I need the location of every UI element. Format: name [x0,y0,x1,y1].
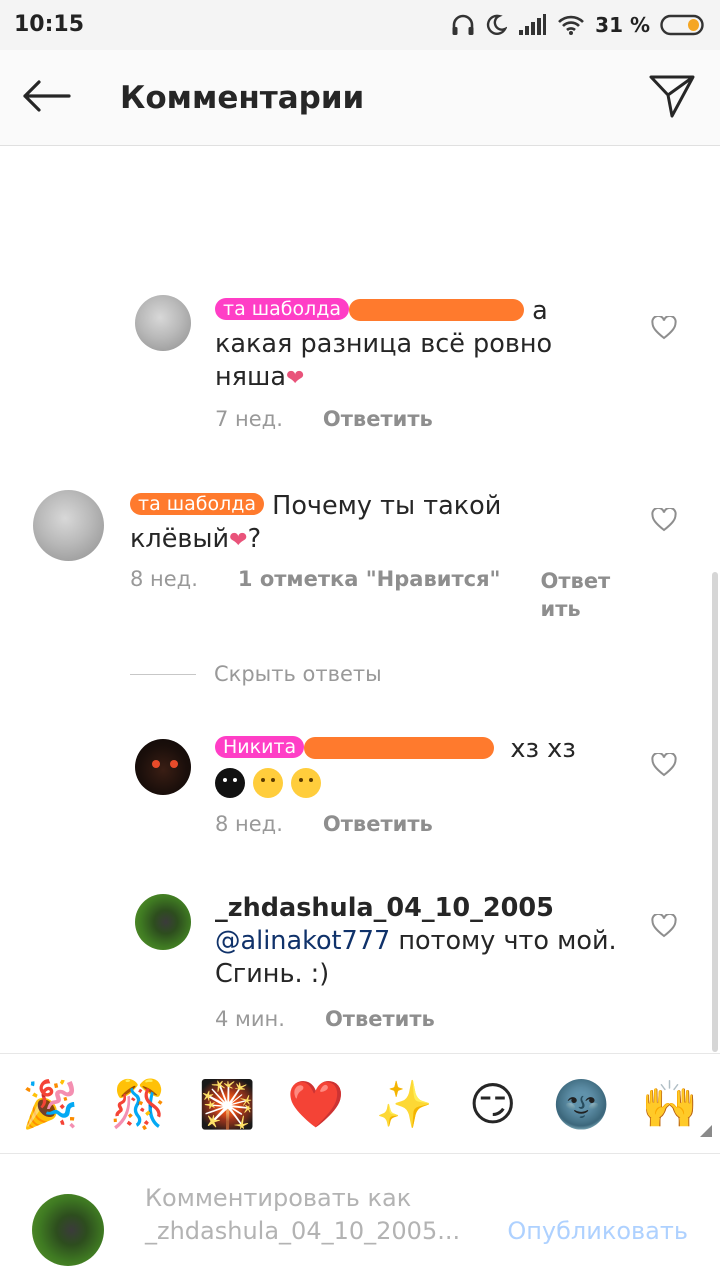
comment-item: та шаболда Почему ты такой клёвый❤? 8 не… [0,447,720,627]
signal-icon [517,14,547,36]
paper-plane-icon [648,73,696,123]
reply-button[interactable]: Ответить [323,407,433,431]
direct-message-button[interactable] [644,72,700,124]
comment-meta: 8 нед. 1 отметка "Нравится" Ответ ить [130,567,611,623]
heart-emoji: ❤ [229,528,248,553]
comment-username[interactable]: _zhdashula_04_10_2005 [215,893,554,923]
comment-text: та шаболда Почему ты такой клёвый❤? [130,490,600,557]
grin-emoji [291,768,322,798]
likes-count[interactable]: 1 отметка "Нравится" [238,567,501,623]
new-moon-face-emoji-button[interactable]: 🌚 [551,1074,611,1134]
reply-button[interactable]: Ответить [323,812,433,836]
status-icons: 31 % [451,10,706,40]
avatar[interactable] [135,295,191,351]
comment-meta: 8 нед. Ответить [215,812,433,836]
username-redacted[interactable]: та шаболда [215,298,350,320]
raising-hands-emoji-button[interactable]: 🙌 [640,1074,700,1134]
like-button[interactable] [644,747,684,787]
heart-outline-icon [651,912,677,942]
scrollbar[interactable] [712,572,718,1052]
heart-emoji: ❤ [285,366,305,391]
status-bar: 10:15 31 % [0,0,720,50]
comment-composer: Комментировать как _zhdashula_04_10_2005… [0,1153,720,1280]
comment-time: 8 нед. [130,567,198,591]
comment-time: 8 нед. [215,812,283,836]
comment-item: та шаболда а какая разница всё ровно няш… [0,147,720,447]
comment-text: Никита хз хз [215,733,635,799]
avatar[interactable] [33,490,104,561]
redaction-mark [349,299,525,321]
redaction-mark [304,737,495,759]
reply-button[interactable]: Ответ ить [541,567,611,623]
wifi-icon [557,14,585,36]
comment-text: _zhdashula_04_10_2005 @alinakot777 потом… [215,892,635,991]
comment-time: 4 мин. [215,1007,285,1031]
page-title: Комментарии [120,80,365,116]
moon-icon [485,14,508,36]
like-button[interactable] [644,310,684,350]
avatar[interactable] [135,739,191,795]
composer-avatar [32,1194,104,1266]
heart-outline-icon [651,314,677,344]
mention-link[interactable]: @alinakot777 [215,926,390,956]
comment-body: хз хз [510,734,576,764]
hide-replies-toggle[interactable]: Скрыть ответы [130,662,382,686]
smirk-emoji-button[interactable]: 😏 [463,1074,523,1134]
headphones-icon [451,14,475,36]
emoji-quick-bar: 🎉 🎊 🎇 ❤️ ✨ 😏 🌚 🙌 [0,1053,720,1153]
username-redacted[interactable]: Никита [215,736,305,758]
heart-outline-icon [651,751,677,781]
publish-button[interactable]: Опубликовать [507,1217,688,1245]
comments-list[interactable]: та шаболда а какая разница всё ровно няш… [0,147,720,1053]
hide-replies-label: Скрыть ответы [214,662,382,686]
username-redacted[interactable]: та шаболда [130,493,265,515]
comment-input[interactable]: Комментировать как _zhdashula_04_10_2005… [145,1182,485,1248]
status-time: 10:15 [14,12,85,37]
like-button[interactable] [644,502,684,542]
heart-emoji-button[interactable]: ❤️ [286,1074,346,1134]
resize-handle [700,1125,712,1137]
divider [130,673,196,675]
like-button[interactable] [644,908,684,948]
smirk-emoji [253,768,284,798]
sparkles-emoji-button[interactable]: ✨ [374,1074,434,1134]
comment-meta: 7 нед. Ответить [215,407,433,431]
comment-suffix: ? [247,524,262,554]
reply-item: _zhdashula_04_10_2005 @alinakot777 потом… [0,877,720,1053]
arrow-left-icon [21,80,71,116]
battery-percent: 31 % [595,13,650,37]
app-bar: Комментарии [0,50,720,146]
party-popper-emoji-button[interactable]: 🎉 [20,1074,80,1134]
comment-text: та шаболда а какая разница всё ровно няш… [215,295,585,395]
sparkler-emoji-button[interactable]: 🎇 [197,1074,257,1134]
back-button[interactable] [18,74,74,122]
reply-button[interactable]: Ответить [325,1007,435,1031]
avatar[interactable] [135,894,191,950]
heart-outline-icon [651,506,677,536]
new-moon-face-emoji [215,768,245,798]
comment-meta: 4 мин. Ответить [215,1007,435,1031]
reply-item: Никита хз хз 8 нед. Ответить [0,717,720,867]
battery-icon [660,13,706,37]
confetti-ball-emoji-button[interactable]: 🎊 [109,1074,169,1134]
comment-time: 7 нед. [215,407,283,431]
